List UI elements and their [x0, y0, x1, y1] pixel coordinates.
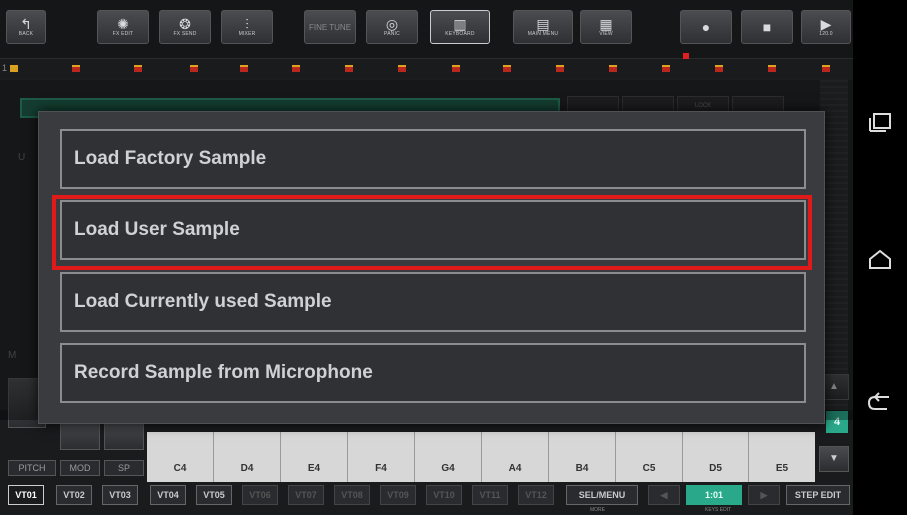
recent-apps-icon [869, 113, 891, 132]
next-button[interactable]: ▶ [748, 485, 780, 505]
track-button[interactable]: VT06 [242, 485, 278, 505]
fx-send-button[interactable]: ❂ FX SEND [159, 10, 211, 44]
stop-button[interactable]: ■ [741, 10, 793, 44]
load-current-sample-item[interactable]: Load Currently used Sample [60, 272, 806, 332]
record-icon: ● [701, 19, 711, 35]
track-led[interactable] [240, 65, 248, 72]
more-label: MORE [590, 507, 605, 513]
piano-key[interactable]: F4 [348, 432, 415, 482]
view-grid-icon: ▦ [599, 15, 613, 32]
sel-menu-button[interactable]: SEL/MENU [566, 485, 638, 505]
step-edit-button[interactable]: STEP EDIT [786, 485, 850, 505]
track-led[interactable] [292, 65, 300, 72]
record-button[interactable]: ● [680, 10, 732, 44]
mixer-icon: ⫶ [245, 15, 249, 32]
track-button[interactable]: VT02 [56, 485, 92, 505]
fx-edit-button[interactable]: ✺ FX EDIT [97, 10, 149, 44]
main-menu-button[interactable]: ▤ MAIN MENU [513, 10, 573, 44]
track-led[interactable] [768, 65, 776, 72]
track-button[interactable]: VT07 [288, 485, 324, 505]
track-led-row: 1 [0, 59, 853, 79]
mod-label: MOD [60, 460, 100, 476]
back-arrow-icon: ↰ [20, 15, 32, 32]
piano-key[interactable]: E4 [281, 432, 348, 482]
piano-key[interactable]: D4 [214, 432, 281, 482]
track-button[interactable]: VT03 [102, 485, 138, 505]
panic-icon: ◎ [385, 15, 399, 32]
record-from-microphone-item[interactable]: Record Sample from Microphone [60, 343, 806, 403]
back-button[interactable]: ↰ BACK [6, 10, 46, 44]
track-led[interactable] [190, 65, 198, 72]
back-nav-button[interactable] [863, 385, 897, 419]
home-button[interactable] [863, 242, 897, 276]
position-display: 1:01 [686, 485, 742, 505]
piano-key[interactable]: C5 [616, 432, 683, 482]
fx-edit-icon: ✺ [117, 15, 129, 32]
fx-send-icon: ❂ [179, 15, 191, 32]
track-led[interactable] [345, 65, 353, 72]
pitch-label: PITCH [8, 460, 56, 476]
track-led[interactable] [134, 65, 142, 72]
fine-tune-button[interactable]: FINE TUNE [304, 10, 356, 44]
piano-key[interactable]: E5 [749, 432, 815, 482]
track-button[interactable]: VT12 [518, 485, 554, 505]
track-led[interactable] [10, 65, 18, 72]
track-led[interactable] [72, 65, 80, 72]
track-button[interactable]: VT01 [8, 485, 44, 505]
track-led[interactable] [822, 65, 830, 72]
track-button[interactable]: VT11 [472, 485, 508, 505]
track-led[interactable] [556, 65, 564, 72]
piano-key[interactable]: B4 [549, 432, 616, 482]
load-factory-sample-item[interactable]: Load Factory Sample [60, 129, 806, 189]
track-led[interactable] [398, 65, 406, 72]
piano-key[interactable]: D5 [683, 432, 749, 482]
track-button[interactable]: VT04 [150, 485, 186, 505]
android-nav-bar [853, 0, 907, 515]
home-icon [869, 249, 891, 269]
play-icon: ▶ [820, 15, 832, 32]
main-menu-icon: ▤ [536, 15, 550, 32]
load-user-sample-item[interactable]: Load User Sample [60, 200, 806, 260]
piano-key[interactable]: A4 [482, 432, 549, 482]
track-led[interactable] [662, 65, 670, 72]
toolbar: ↰ BACK ✺ FX EDIT ❂ FX SEND ⫶ MIXER FINE … [0, 0, 853, 59]
keys-edit-label: KEYS EDIT [705, 507, 732, 513]
track-led[interactable] [452, 65, 460, 72]
back-nav-icon [867, 392, 889, 410]
track-button[interactable]: VT08 [334, 485, 370, 505]
keyboard-icon: ▥ [453, 15, 467, 32]
stop-icon: ■ [762, 19, 772, 35]
keyboard-button[interactable]: ▥ KEYBOARD [430, 10, 490, 44]
recent-apps-button[interactable] [863, 105, 897, 139]
view-button[interactable]: ▦ VIEW [580, 10, 632, 44]
panic-button[interactable]: ◎ PANIC [366, 10, 418, 44]
track-led[interactable] [715, 65, 723, 72]
sp-label: SP [104, 460, 144, 476]
app-window: ↰ BACK ✺ FX EDIT ❂ FX SEND ⫶ MIXER FINE … [0, 0, 853, 515]
mixer-button[interactable]: ⫶ MIXER [221, 10, 273, 44]
prev-button[interactable]: ◀ [648, 485, 680, 505]
sp-control[interactable] [104, 420, 144, 450]
mod-wheel[interactable] [60, 420, 100, 450]
piano-key[interactable]: G4 [415, 432, 482, 482]
piano-keyboard[interactable]: C4 D4 E4 F4 G4 A4 B4 C5 D5 E5 [147, 432, 815, 482]
track-button[interactable]: VT05 [196, 485, 232, 505]
track-button[interactable]: VT09 [380, 485, 416, 505]
piano-key[interactable]: C4 [147, 432, 214, 482]
play-button[interactable]: ▶ 120.0 [801, 10, 851, 44]
scroll-down-button[interactable]: ▼ [819, 446, 849, 472]
led-row-number: 1 [2, 63, 8, 73]
track-led[interactable] [609, 65, 617, 72]
track-led[interactable] [503, 65, 511, 72]
load-sample-dialog: Load Factory Sample Load User Sample Loa… [38, 111, 825, 424]
track-button[interactable]: VT10 [426, 485, 462, 505]
